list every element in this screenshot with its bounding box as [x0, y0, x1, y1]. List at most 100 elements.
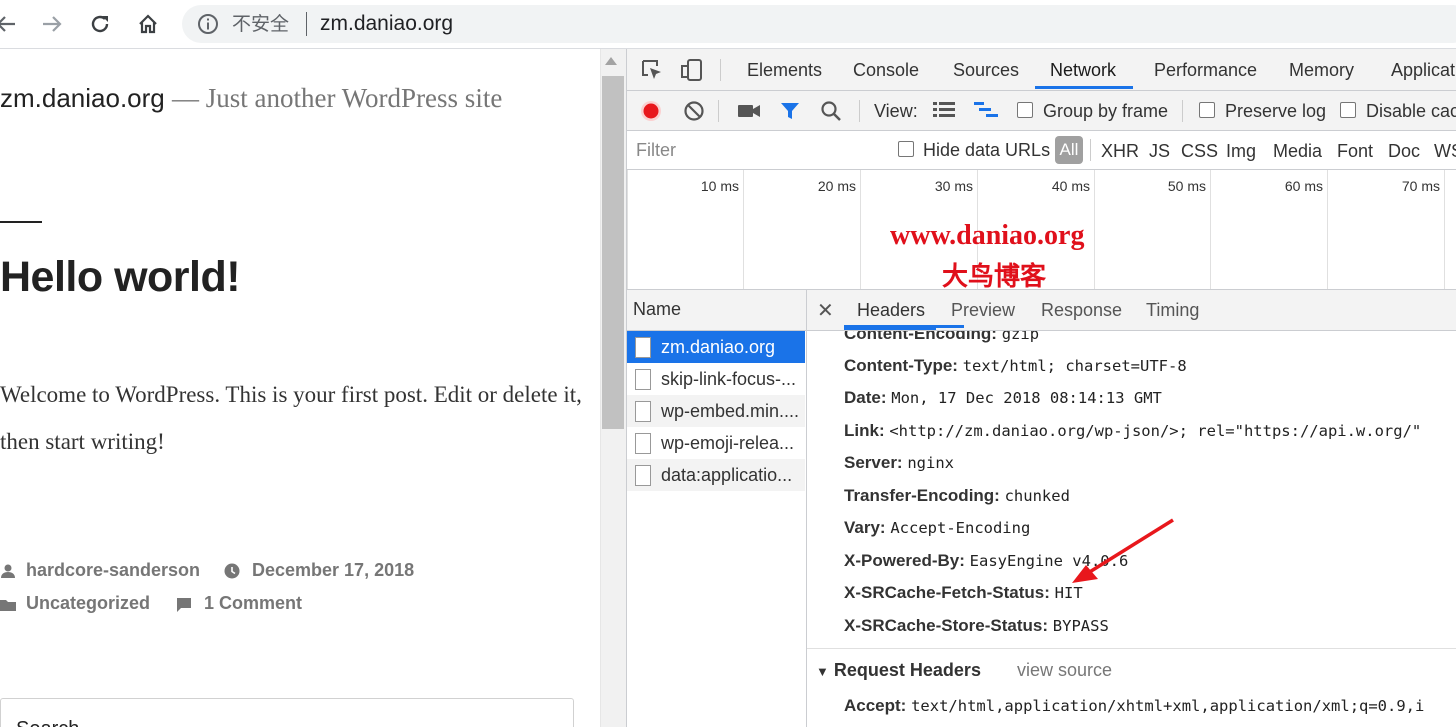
header-transfer-encoding: Transfer-Encoding: chunked	[844, 486, 1070, 505]
tab-elements[interactable]: Elements	[747, 49, 822, 90]
header-date: Date: Mon, 17 Dec 2018 08:14:13 GMT	[844, 388, 1162, 407]
toolbar-divider	[718, 100, 719, 122]
request-row[interactable]: wp-emoji-relea...	[627, 427, 805, 459]
post-date[interactable]: December 17, 2018	[252, 560, 414, 581]
filter-funnel-icon[interactable]	[779, 100, 801, 127]
hide-data-urls-checkbox[interactable]	[898, 141, 914, 157]
group-by-frame-label: Group by frame	[1043, 101, 1169, 121]
waterfall-overview-icon[interactable]	[974, 101, 998, 124]
disable-cache-label: Disable cac	[1366, 101, 1456, 121]
post-content: Welcome to WordPress. This is your first…	[0, 382, 582, 454]
info-icon[interactable]	[196, 12, 220, 36]
search-icon[interactable]	[820, 100, 842, 127]
reload-icon	[91, 15, 109, 33]
header-link: Link: <http://zm.daniao.org/wp-json/>; r…	[844, 421, 1422, 440]
watermark-name: 大鸟博客	[942, 262, 1047, 292]
large-rows-icon[interactable]	[933, 101, 955, 124]
header-server: Server: nginx	[844, 453, 955, 472]
device-toolbar-icon[interactable]	[680, 58, 704, 87]
document-icon	[635, 433, 651, 454]
request-name: wp-emoji-relea...	[661, 433, 795, 453]
annotation-arrow-icon	[1072, 518, 1174, 583]
post-comments[interactable]: 1 Comment	[204, 593, 302, 614]
filter-all-button[interactable]: All	[1055, 136, 1083, 164]
filter-xhr[interactable]: XHR	[1101, 140, 1139, 162]
active-tab-indicator	[1035, 86, 1133, 89]
request-row[interactable]: wp-embed.min....	[627, 395, 805, 427]
view-label: View:	[874, 101, 918, 121]
web-page: zm.daniao.org — Just another WordPress s…	[0, 49, 600, 727]
post-author[interactable]: hardcore-sanderson	[26, 560, 200, 581]
tab-headers[interactable]: Headers	[857, 300, 925, 321]
tab-sources[interactable]: Sources	[953, 49, 1019, 90]
request-headers-toggle[interactable]: ▼ Request Headers	[816, 660, 981, 681]
filter-css[interactable]: CSS	[1181, 140, 1218, 162]
close-icon[interactable]: ✕	[817, 298, 834, 323]
site-title-link[interactable]: zm.daniao.org	[0, 83, 165, 113]
request-row[interactable]: skip-link-focus-...	[627, 363, 805, 395]
group-by-frame-checkbox[interactable]	[1017, 102, 1033, 118]
forward-button[interactable]	[32, 4, 72, 44]
inspect-element-icon[interactable]	[640, 58, 664, 87]
timeline-gridline	[627, 170, 628, 289]
scrollbar-thumb[interactable]	[602, 76, 624, 429]
request-row[interactable]: data:applicatio...	[627, 459, 805, 491]
tab-application[interactable]: Applicat	[1391, 49, 1455, 90]
record-icon[interactable]	[640, 100, 662, 127]
timeline-gridline	[1094, 170, 1095, 289]
document-icon	[635, 337, 651, 358]
scroll-up-icon[interactable]	[605, 57, 617, 65]
folder-icon	[0, 597, 16, 618]
tab-timing[interactable]: Timing	[1146, 300, 1199, 321]
timeline-tick: 40 ms	[1051, 178, 1090, 194]
filter-ws[interactable]: WS	[1434, 140, 1456, 162]
post-title[interactable]: Hello world!	[0, 253, 241, 302]
timeline-tick: 60 ms	[1284, 178, 1323, 194]
hide-data-urls-label: Hide data URLs	[923, 140, 1051, 160]
security-status[interactable]: 不安全	[232, 12, 289, 36]
filter-doc[interactable]: Doc	[1388, 140, 1420, 162]
author-icon	[0, 563, 16, 584]
request-row-selected[interactable]: zm.daniao.org	[627, 331, 805, 363]
name-column-label: Name	[633, 299, 682, 319]
collapse-triangle-icon: ▼	[816, 664, 829, 679]
request-name: zm.daniao.org	[661, 337, 776, 357]
filter-font[interactable]: Font	[1337, 140, 1373, 162]
disable-cache-checkbox[interactable]	[1340, 102, 1356, 118]
tab-memory[interactable]: Memory	[1289, 49, 1354, 90]
timeline-tick: 10 ms	[700, 178, 739, 194]
view-source-link[interactable]: view source	[1017, 660, 1112, 681]
url-text[interactable]: zm.daniao.org	[320, 11, 453, 37]
filter-media[interactable]: Media	[1273, 140, 1322, 162]
request-name: wp-embed.min....	[661, 401, 800, 421]
timeline-tick: 30 ms	[934, 178, 973, 194]
filter-img[interactable]: Img	[1226, 140, 1256, 162]
comment-icon	[176, 597, 192, 618]
tab-performance[interactable]: Performance	[1154, 49, 1257, 90]
timeline-gridline	[1210, 170, 1211, 289]
screenshot-camera-icon[interactable]	[737, 100, 761, 127]
timeline-gridline	[743, 170, 744, 289]
home-button[interactable]	[128, 4, 168, 44]
tab-response[interactable]: Response	[1041, 300, 1122, 321]
reload-button[interactable]	[80, 4, 120, 44]
preserve-log-checkbox[interactable]	[1199, 102, 1215, 118]
search-widget	[0, 698, 574, 727]
response-headers-list: Content-Encoding: gzip Content-Type: tex…	[807, 331, 1456, 647]
tab-network[interactable]: Network	[1050, 49, 1116, 90]
header-content-encoding: Content-Encoding: gzip	[844, 331, 1040, 343]
back-button[interactable]	[0, 4, 26, 44]
filter-js[interactable]: JS	[1149, 140, 1170, 162]
tab-preview[interactable]: Preview	[951, 300, 1015, 321]
clear-icon[interactable]	[683, 100, 705, 127]
timeline-gridline	[1444, 170, 1445, 289]
request-name: data:applicatio...	[661, 465, 793, 485]
filter-input[interactable]	[630, 135, 876, 165]
header-content-type: Content-Type: text/html; charset=UTF-8	[844, 356, 1187, 375]
timeline-gridline	[1327, 170, 1328, 289]
watermark-url: www.daniao.org	[890, 220, 1085, 251]
timeline-tick: 20 ms	[817, 178, 856, 194]
tab-console[interactable]: Console	[853, 49, 919, 90]
post-category[interactable]: Uncategorized	[26, 593, 150, 614]
back-arrow-icon	[0, 16, 15, 32]
